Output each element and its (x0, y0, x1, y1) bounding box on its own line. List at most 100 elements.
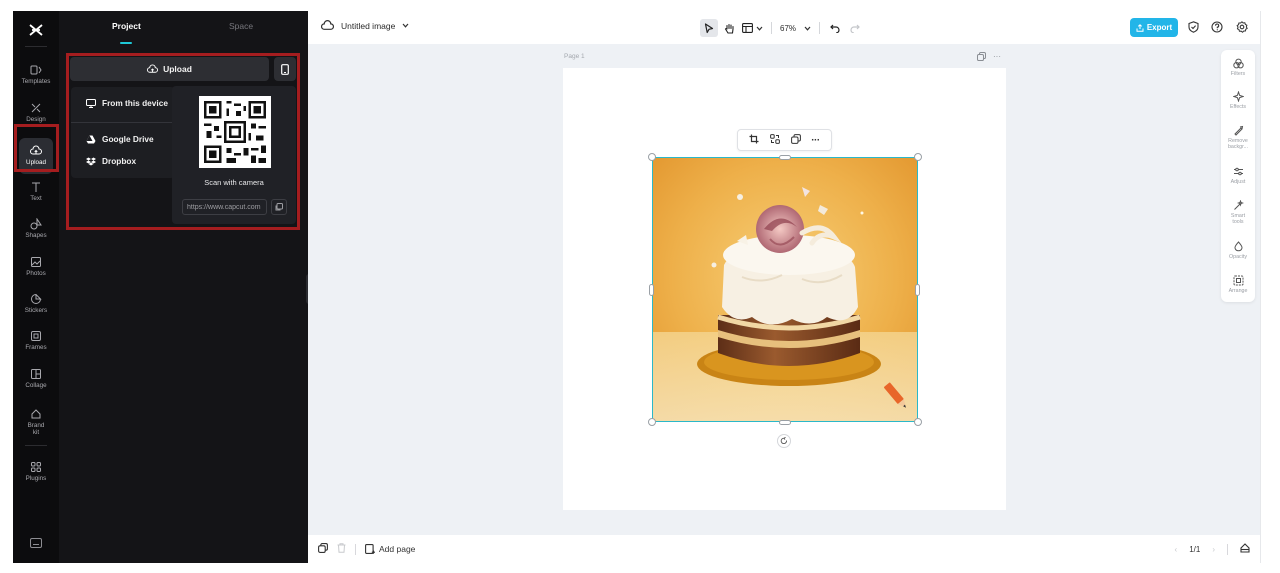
opacity-button[interactable]: Opacity (1221, 241, 1255, 260)
rail-item-label: Design (26, 115, 46, 123)
resize-handle-top-left[interactable] (648, 153, 656, 161)
page-label: Page 1 (564, 53, 585, 60)
rail-item-label: Photos (26, 269, 46, 277)
layers-icon[interactable] (318, 543, 328, 555)
adjust-button[interactable]: Adjust (1221, 166, 1255, 185)
resize-handle-left[interactable] (649, 284, 654, 296)
photos-icon (31, 256, 41, 267)
help-icon[interactable] (1210, 20, 1224, 34)
page-counter: 1/1 (1189, 544, 1201, 554)
select-tool-button[interactable] (700, 19, 718, 37)
add-page-label: Add page (379, 544, 416, 554)
tool-label: Adjust (1230, 179, 1246, 185)
rail-item-photos[interactable]: Photos (13, 249, 59, 283)
cake-image[interactable] (652, 157, 917, 422)
next-page-icon[interactable]: › (1212, 545, 1215, 554)
previous-page-icon[interactable]: ‹ (1175, 545, 1178, 554)
tab-project[interactable]: Project (112, 21, 141, 31)
smart-tools-button[interactable]: Smart tools (1221, 200, 1255, 225)
more-options-icon[interactable]: ··· (993, 52, 1001, 63)
document-title[interactable]: Untitled image (321, 20, 409, 31)
active-tab-indicator (120, 42, 132, 44)
zoom-dropdown[interactable]: 67% (778, 19, 813, 37)
arrange-button[interactable]: Arrange (1221, 275, 1255, 294)
resize-handle-right[interactable] (915, 284, 920, 296)
plugins-icon (31, 461, 41, 472)
more-options-icon[interactable]: ··· (811, 135, 820, 146)
page-manager-icon[interactable] (1240, 543, 1250, 555)
zoom-level: 67% (780, 23, 797, 33)
rail-divider (25, 46, 47, 47)
rail-item-shapes[interactable]: Shapes (13, 211, 59, 245)
delete-page-icon[interactable] (337, 543, 346, 555)
crop-icon[interactable] (749, 131, 759, 149)
undo-icon (830, 24, 840, 33)
rail-item-label: Brand kit (27, 422, 45, 436)
templates-icon (30, 65, 42, 74)
tab-space[interactable]: Space (229, 21, 253, 31)
chevron-down-icon (402, 23, 409, 28)
rail-item-collage[interactable]: Collage (13, 361, 59, 395)
replace-image-icon[interactable] (770, 131, 780, 149)
page-tools: ··· (977, 52, 1001, 63)
settings-gear-icon[interactable] (1235, 20, 1249, 34)
rail-item-frames[interactable]: Frames (13, 323, 59, 357)
capcut-logo-icon[interactable] (13, 17, 59, 43)
resize-handle-bottom-right[interactable] (914, 418, 922, 426)
window-border (1260, 11, 1261, 563)
remove-background-button[interactable]: Remove backgr... (1221, 125, 1255, 150)
keyboard-shortcuts-icon[interactable] (13, 535, 59, 551)
document-title-text: Untitled image (341, 20, 396, 31)
frames-icon (31, 330, 41, 341)
undo-button[interactable] (826, 19, 844, 37)
rail-item-stickers[interactable]: Stickers (13, 286, 59, 320)
rail-item-label: Collage (25, 381, 47, 389)
filters-button[interactable]: Filters (1221, 58, 1255, 77)
redo-icon (850, 24, 860, 33)
export-button[interactable]: Export (1130, 18, 1178, 37)
resize-handle-top[interactable] (779, 155, 791, 160)
redo-button[interactable] (846, 19, 864, 37)
smart-tools-icon (1233, 200, 1244, 210)
rail-divider (25, 445, 47, 446)
cloud-sync-icon (321, 20, 334, 30)
canvas-tools: 67% (700, 18, 864, 38)
upload-highlight-box (14, 124, 59, 172)
resize-handle-top-right[interactable] (914, 153, 922, 161)
duplicate-page-icon[interactable] (977, 52, 986, 63)
chevron-down-icon (756, 26, 763, 31)
image-context-toolbar: ··· (737, 129, 832, 151)
rail-item-brand-kit[interactable]: Brand kit (13, 402, 59, 442)
rail-item-label: Text (30, 194, 42, 202)
hand-tool-button[interactable] (720, 19, 738, 37)
rail-item-label: Plugins (25, 474, 47, 482)
layout-tool-button[interactable] (740, 19, 765, 37)
export-label: Export (1146, 23, 1173, 32)
rail-item-text[interactable]: Text (13, 174, 59, 208)
rotate-handle[interactable] (777, 434, 791, 448)
opacity-icon (1233, 241, 1243, 252)
filters-icon (1232, 58, 1244, 69)
add-page-button[interactable]: Add page (365, 544, 415, 554)
rail-item-plugins[interactable]: Plugins (13, 454, 59, 488)
effects-icon (1232, 91, 1244, 102)
tool-label: Arrange (1228, 288, 1248, 294)
resize-handle-bottom-left[interactable] (648, 418, 656, 426)
bottom-left-tools: Add page (318, 543, 415, 555)
shapes-icon (30, 217, 42, 229)
bottom-bar: Add page ‹ 1/1 › (308, 535, 1260, 563)
shield-icon[interactable] (1186, 20, 1200, 34)
rail-item-label: Templates (21, 77, 51, 85)
resize-handle-bottom[interactable] (779, 420, 791, 425)
pointer-icon (704, 22, 714, 33)
rail-item-label: Shapes (25, 231, 47, 239)
toolbar-divider (819, 22, 821, 34)
effects-button[interactable]: Effects (1221, 91, 1255, 110)
brand-kit-icon (31, 409, 41, 419)
chevron-down-icon (804, 26, 811, 31)
rail-item-label: Frames (25, 343, 47, 351)
duplicate-icon[interactable] (790, 131, 801, 149)
rail-item-templates[interactable]: Templates (13, 57, 59, 91)
image-properties-toolbar: Filters Effects Remove backgr... Adjust … (1221, 50, 1255, 302)
left-rail: Templates Design Upload Text Shapes Phot… (13, 11, 59, 563)
